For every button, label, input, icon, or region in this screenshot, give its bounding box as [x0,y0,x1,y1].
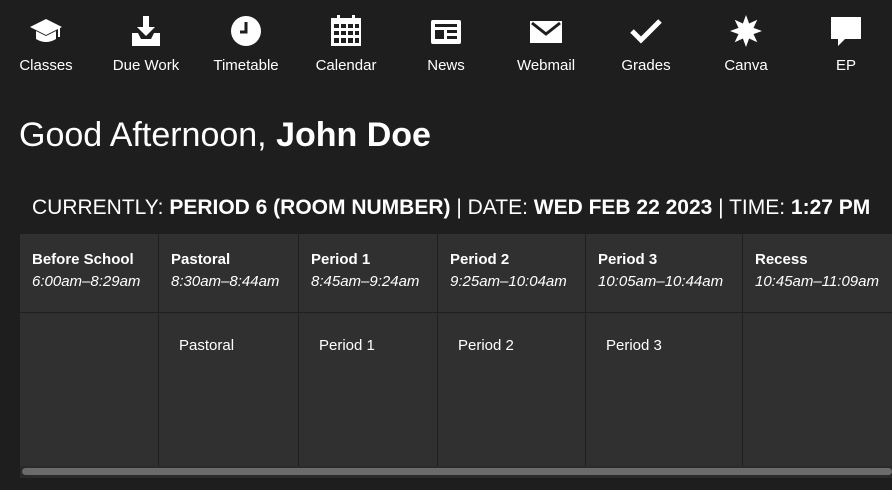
nav-label: Webmail [516,57,576,74]
clock-icon [231,16,261,46]
class-entry[interactable]: Pastoral [179,337,234,354]
date-label: | DATE: [450,196,534,219]
nav-grades[interactable]: Grades [598,14,694,74]
currently-label: CURRENTLY: [32,196,170,219]
nav-classes[interactable]: Classes [0,14,94,74]
badge-icon [730,15,762,47]
column-header: Before School 6:00am–8:29am [20,234,158,313]
nav-timetable[interactable]: Timetable [198,14,294,74]
envelope-icon [530,21,562,43]
checkmark-icon [630,19,662,44]
column-header: Pastoral 8:30am–8:44am [159,234,298,313]
timetable-column: Pastoral 8:30am–8:44am Pastoral [159,234,299,466]
period-time: 10:45am–11:09am [755,273,879,290]
period-name: Period 2 [450,251,510,268]
nav-label: Timetable [213,57,279,74]
timetable-column: Period 3 10:05am–10:44am Period 3 [586,234,743,466]
timetable-column: Before School 6:00am–8:29am [20,234,159,466]
nav-news[interactable]: News [398,14,494,74]
scrollbar-thumb[interactable] [22,468,892,475]
timetable-column: Recess 10:45am–11:09am [743,234,892,466]
greeting-prefix: Good Afternoon, [19,116,277,154]
timetable-column: Period 2 9:25am–10:04am Period 2 [438,234,586,466]
period-time: 8:45am–9:24am [311,273,420,290]
horizontal-scrollbar[interactable] [20,466,892,478]
time-label: | TIME: [712,196,791,219]
nav-due-work[interactable]: Due Work [98,14,194,74]
nav-label: News [427,57,465,74]
speech-bubble-icon [831,17,861,46]
nav-label: Grades [621,57,671,74]
period-name: Before School [32,251,134,268]
period-name: Period 3 [598,251,658,268]
nav-label: EP [835,57,856,74]
column-header: Period 3 10:05am–10:44am [586,234,742,313]
nav-webmail[interactable]: Webmail [498,14,594,74]
nav-label: Calendar [315,57,377,74]
timetable: Before School 6:00am–8:29am Pastoral 8:3… [20,234,892,466]
column-header: Period 2 9:25am–10:04am [438,234,585,313]
period-time: 10:05am–10:44am [598,273,724,290]
nav-calendar[interactable]: Calendar [298,14,394,74]
period-time: 6:00am–8:29am [32,273,141,290]
period-name: Pastoral [171,251,231,268]
current-period: PERIOD 6 (ROOM NUMBER) [169,196,451,219]
top-nav: Classes Due Work Timetable Calendar News… [0,0,892,90]
column-header: Period 1 8:45am–9:24am [299,234,437,313]
nav-ep[interactable]: EP [798,14,892,74]
nav-label: Canva [724,57,768,74]
class-entry[interactable]: Period 2 [458,337,514,354]
class-entry[interactable]: Period 1 [319,337,375,354]
class-entry[interactable]: Period 3 [606,337,662,354]
nav-label: Due Work [112,57,180,74]
column-header: Recess 10:45am–11:09am [743,234,892,313]
timetable-column: Period 1 8:45am–9:24am Period 1 [299,234,438,466]
period-name: Recess [755,251,808,268]
period-name: Period 1 [311,251,371,268]
user-name: John Doe [276,116,431,154]
current-time: 1:27 PM [790,196,871,219]
greeting-heading: Good Afternoon, John Doe [19,116,431,155]
calendar-icon [331,15,361,46]
download-tray-icon [132,16,160,46]
nav-canva[interactable]: Canva [698,14,794,74]
nav-label: Classes [19,57,73,74]
period-time: 8:30am–8:44am [171,273,280,290]
newspaper-icon [431,20,461,44]
period-time: 9:25am–10:04am [450,273,567,290]
status-bar: CURRENTLY: PERIOD 6 (ROOM NUMBER) | DATE… [32,196,870,220]
current-date: WED FEB 22 2023 [533,196,713,219]
graduation-cap-icon [30,19,62,42]
